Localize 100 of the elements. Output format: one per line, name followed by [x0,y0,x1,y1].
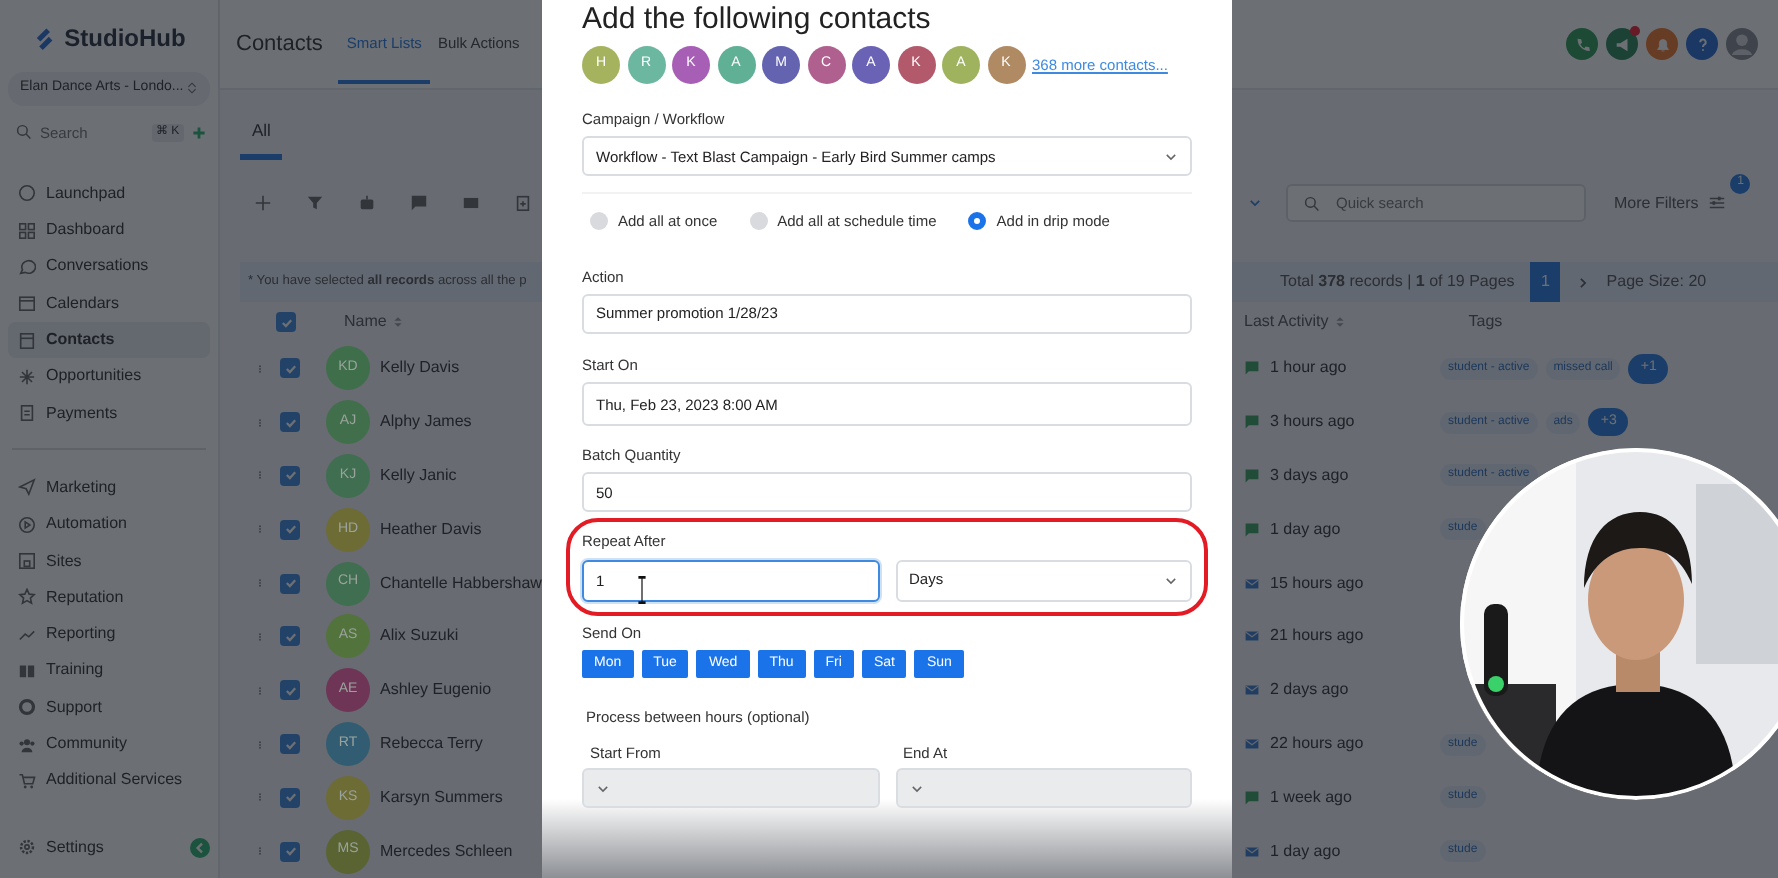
checkbox[interactable] [280,787,300,808]
chat-icon [1244,521,1260,538]
column-header: Tags [1468,310,1503,335]
contact-name[interactable]: Alphy James [380,410,472,435]
clipboard-icon[interactable] [513,194,531,213]
nav-item[interactable]: Marketing [8,469,210,507]
plus-icon[interactable] [191,125,206,140]
checkbox[interactable] [276,312,296,333]
checkbox[interactable] [280,841,300,862]
contact-name[interactable]: Rebecca Terry [380,732,483,757]
chat-icon [1244,360,1260,377]
window-icon [18,552,36,571]
checkbox[interactable] [280,626,300,647]
time-select[interactable] [582,768,879,809]
checkbox[interactable] [280,465,300,486]
next-page-icon[interactable] [1576,275,1591,290]
robot-icon[interactable] [357,194,375,213]
nav-item[interactable]: Conversations [8,248,210,286]
nav-item[interactable]: Automation [8,506,210,543]
nav-item[interactable]: Contacts [8,321,210,359]
grid-icon [18,221,36,240]
avatar-icon[interactable] [1726,28,1758,61]
chevron-down-icon [596,781,610,796]
checkmark-icon [283,844,297,859]
collapse-icon[interactable] [190,837,210,858]
pagination-summary: Total 378 records | 1 of 19 Pages [1280,270,1515,295]
logo-text: StudioHub [64,22,186,56]
tab[interactable]: All [240,117,283,161]
checkbox[interactable] [280,412,300,433]
filter-icon[interactable] [305,194,323,213]
checkmark-icon [283,361,297,376]
chevron-down-icon [1164,573,1178,587]
contact-name[interactable]: Alix Suzuki [380,624,459,649]
nav-item[interactable]: Reporting [8,616,210,653]
checkbox[interactable] [280,358,300,379]
nav-item[interactable]: Reputation [8,579,210,617]
send-icon [18,478,36,497]
book-icon [18,661,36,680]
contact-name[interactable]: Ashley Eugenio [380,678,492,703]
page-button[interactable]: 1 [1530,262,1561,303]
updown-chevron-icon [186,80,198,97]
checkbox[interactable] [280,734,300,755]
chat-icon [1244,467,1260,484]
sort-icon[interactable] [1334,314,1347,331]
column-header: Name [344,310,387,335]
checkmark-icon [283,522,297,537]
settings-icon [18,838,36,857]
mail-icon [1244,682,1260,699]
activity-time: 1 day ago [1270,517,1341,542]
circle-icon [18,184,36,203]
nav-item[interactable]: Payments [8,395,210,432]
nav-item[interactable]: Opportunities [8,358,210,396]
contact-name[interactable]: Heather Davis [380,517,482,542]
nav-item[interactable]: Additional Services [8,762,210,799]
checkbox[interactable] [280,519,300,540]
receipt-icon [18,404,36,423]
nav-item[interactable]: Sites [8,542,210,580]
activity-time: 3 hours ago [1270,410,1355,435]
checkbox[interactable] [280,680,300,701]
chevron-down-icon[interactable] [1248,196,1262,211]
mail-icon[interactable] [461,194,479,213]
page-title: Contacts [236,29,323,60]
contact-name[interactable]: Chantelle Habbershaw [380,571,542,596]
phone-icon[interactable] [1566,28,1598,61]
contact-name[interactable]: Kelly Davis [380,356,460,381]
nav-item[interactable]: Settings [8,829,114,866]
time-select[interactable] [895,768,1192,809]
checkmark-icon [283,415,297,430]
nav-item[interactable]: Launchpad [8,175,210,213]
search-icon [1304,195,1320,212]
chat-icon[interactable] [409,194,427,213]
bell-icon[interactable] [1646,28,1678,61]
logo-icon [32,26,57,50]
nav-item[interactable]: Dashboard [8,212,210,249]
activity-time: 21 hours ago [1270,624,1364,649]
nav-item[interactable]: Calendars [8,285,210,322]
checkbox[interactable] [280,573,300,594]
contact-name[interactable]: Karsyn Summers [380,785,503,810]
calendar-icon [18,294,36,313]
mail-icon [1244,575,1260,592]
nav-item[interactable]: Support [8,689,210,726]
mail-icon [1244,628,1260,645]
contact-name[interactable]: Kelly Janic [380,463,457,488]
checkmark-icon [283,468,297,483]
nav-item[interactable]: Training [8,652,210,690]
trend-icon [18,625,36,644]
activity-time: 2 days ago [1270,678,1349,703]
chat-icon [18,257,36,276]
play-icon [18,515,36,534]
plus-icon[interactable] [253,194,271,213]
checkmark-icon [279,315,293,330]
help-icon[interactable] [1686,28,1718,61]
contact-name[interactable]: Mercedes Schleen [380,839,513,864]
sort-icon[interactable] [392,314,405,331]
page-size-select[interactable]: Page Size: 20 [1606,270,1707,295]
activity-time: 1 week ago [1270,785,1352,810]
nav-item[interactable]: Community [8,725,210,763]
checkmark-icon [283,683,297,698]
megaphone-icon[interactable] [1606,28,1638,61]
mail-icon [1244,843,1260,860]
